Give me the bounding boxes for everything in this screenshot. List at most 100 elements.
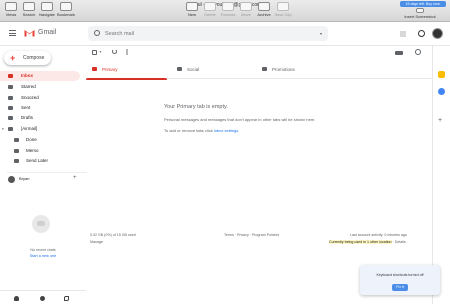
- empty-state-title: Your Primary tab is empty.: [164, 104, 228, 110]
- sidebar-item-memo[interactable]: Memo: [0, 146, 80, 156]
- sidebar-item-label: [Airmail]: [21, 126, 38, 131]
- search-options-icon[interactable]: ▾: [320, 31, 322, 36]
- label-icon: [14, 138, 19, 142]
- folder-icon: [240, 2, 252, 11]
- empty-state-hint: To add or remove tabs click inbox settin…: [164, 128, 239, 133]
- inbox-icon: [8, 74, 13, 78]
- sidebar-item-send-later[interactable]: Send Later: [0, 156, 80, 166]
- more-vert-icon[interactable]: [126, 49, 128, 55]
- sidebar-item-label: Inbox: [21, 73, 33, 78]
- select-all-checkbox[interactable]: [92, 50, 97, 55]
- details-link[interactable]: · Details: [392, 240, 406, 244]
- gmail-header: Gmail ▾: [0, 22, 450, 46]
- gear-icon[interactable]: [415, 49, 421, 55]
- add-addon-icon[interactable]: +: [438, 117, 442, 124]
- search-bar[interactable]: ▾: [88, 26, 328, 41]
- insert-screenshot-label: Insert Screenshot: [404, 14, 436, 19]
- delete-button[interactable]: Delete: [201, 2, 219, 17]
- keyboard-icon[interactable]: [395, 51, 403, 55]
- navigate-label: Navigate: [39, 12, 55, 17]
- hangouts-user-name: Bryan: [19, 176, 30, 181]
- trash-icon: [204, 2, 216, 11]
- bookmark-icon: [60, 2, 72, 11]
- label-icon: [14, 149, 19, 153]
- phone-icon[interactable]: [64, 296, 69, 301]
- bookmark-label: Bookmark: [57, 12, 76, 17]
- inbox-settings-link[interactable]: inbox settings: [214, 128, 238, 133]
- list-toolbar: ▼: [86, 46, 432, 60]
- forward-button[interactable]: Forward: [219, 2, 237, 17]
- chat-icon[interactable]: [40, 296, 45, 301]
- toast-message: Keyboard shortcuts turned off: [376, 273, 424, 277]
- sidebar-item-label: Starred: [21, 84, 36, 89]
- menu-icon[interactable]: [9, 30, 16, 36]
- apps-grid-icon[interactable]: [400, 31, 406, 37]
- tag-icon: [262, 67, 267, 71]
- sidebar-item-label: Snoozed: [21, 95, 39, 100]
- empty-state-description: Personal messages and messages that don'…: [164, 117, 316, 122]
- tab-primary[interactable]: Primary: [86, 60, 171, 80]
- navigate-button[interactable]: Navigate: [38, 2, 56, 17]
- fix-it-button[interactable]: Fix it: [392, 284, 408, 291]
- hangouts-user[interactable]: Bryan +: [7, 172, 87, 183]
- forward-label: Forward: [220, 12, 236, 17]
- sidebar-item-label: Done: [26, 137, 37, 142]
- avatar: [8, 176, 15, 183]
- account-avatar[interactable]: [432, 28, 443, 39]
- bookmark-button[interactable]: Bookmark: [57, 2, 75, 17]
- archive-icon: [258, 2, 270, 11]
- tab-label: Promotions: [272, 67, 295, 72]
- storage-usage: 0.02 GB (0%) of 15 GB used: [90, 233, 136, 237]
- star-icon: [8, 85, 13, 89]
- toast-notification: Keyboard shortcuts turned off Fix it: [360, 265, 440, 295]
- current-session-highlight: Currently being used in 1 other location: [329, 240, 392, 244]
- send-icon: [8, 106, 13, 110]
- navigate-icon: [41, 2, 53, 11]
- refresh-icon[interactable]: [112, 49, 117, 54]
- plus-icon: +: [10, 53, 16, 63]
- trial-badge[interactable]: 15 days left. Buy now.: [400, 1, 446, 7]
- manage-link[interactable]: Manage: [90, 240, 103, 244]
- new-icon: [186, 2, 198, 11]
- notifications-icon[interactable]: [418, 30, 425, 37]
- search-toolbar-label: Search: [22, 12, 36, 17]
- save-clip-button[interactable]: Save Clip: [273, 2, 293, 17]
- search-icon: [23, 2, 35, 11]
- views-button[interactable]: Views: [2, 2, 20, 17]
- search-input[interactable]: [105, 29, 305, 38]
- sidebar-item-done[interactable]: Done: [0, 135, 80, 145]
- calendar-icon[interactable]: [438, 71, 445, 78]
- tab-label: Primary: [102, 67, 118, 72]
- move-button[interactable]: Move: [237, 2, 255, 17]
- views-label: Views: [5, 12, 17, 17]
- caret-down-icon[interactable]: ▾: [2, 124, 4, 134]
- new-button[interactable]: New: [183, 2, 201, 17]
- chevron-down-icon[interactable]: ▼: [99, 50, 102, 54]
- sidebar-item-airmail[interactable]: ▾ [Airmail]: [0, 124, 80, 134]
- sidebar-item-snoozed[interactable]: Snoozed: [0, 93, 80, 103]
- add-contact-icon[interactable]: +: [73, 175, 77, 181]
- footer-links[interactable]: Terms · Privacy · Program Policies: [224, 233, 279, 237]
- search-icon[interactable]: [94, 30, 100, 36]
- insert-screenshot-button[interactable]: Insert Screenshot: [400, 8, 440, 19]
- window-toolbar: Views Search Navigate Bookmark Gmail - g…: [0, 0, 450, 22]
- tasks-icon[interactable]: [438, 88, 445, 95]
- archive-button[interactable]: Archive: [255, 2, 273, 17]
- search-toolbar-button[interactable]: Search: [20, 2, 38, 17]
- tab-promotions[interactable]: Promotions: [256, 60, 341, 79]
- gmail-wordmark: Gmail: [38, 29, 57, 36]
- sidebar-item-inbox[interactable]: Inbox: [0, 71, 80, 81]
- start-chat-link[interactable]: Start a new one: [0, 254, 86, 258]
- people-icon: [177, 67, 182, 71]
- forward-icon: [222, 2, 234, 11]
- tab-social[interactable]: Social: [171, 60, 256, 79]
- compose-button[interactable]: + Compose: [4, 51, 51, 65]
- screenshot-icon: [416, 8, 424, 13]
- person-icon[interactable]: [14, 296, 19, 301]
- sidebar-item-starred[interactable]: Starred: [0, 82, 80, 92]
- sidebar-item-drafts[interactable]: Drafts: [0, 113, 80, 123]
- archive-label: Archive: [257, 12, 271, 17]
- sidebar-item-label: Sent: [21, 105, 31, 110]
- sidebar-item-sent[interactable]: Sent: [0, 103, 80, 113]
- category-tabs: Primary Social Promotions: [86, 60, 432, 80]
